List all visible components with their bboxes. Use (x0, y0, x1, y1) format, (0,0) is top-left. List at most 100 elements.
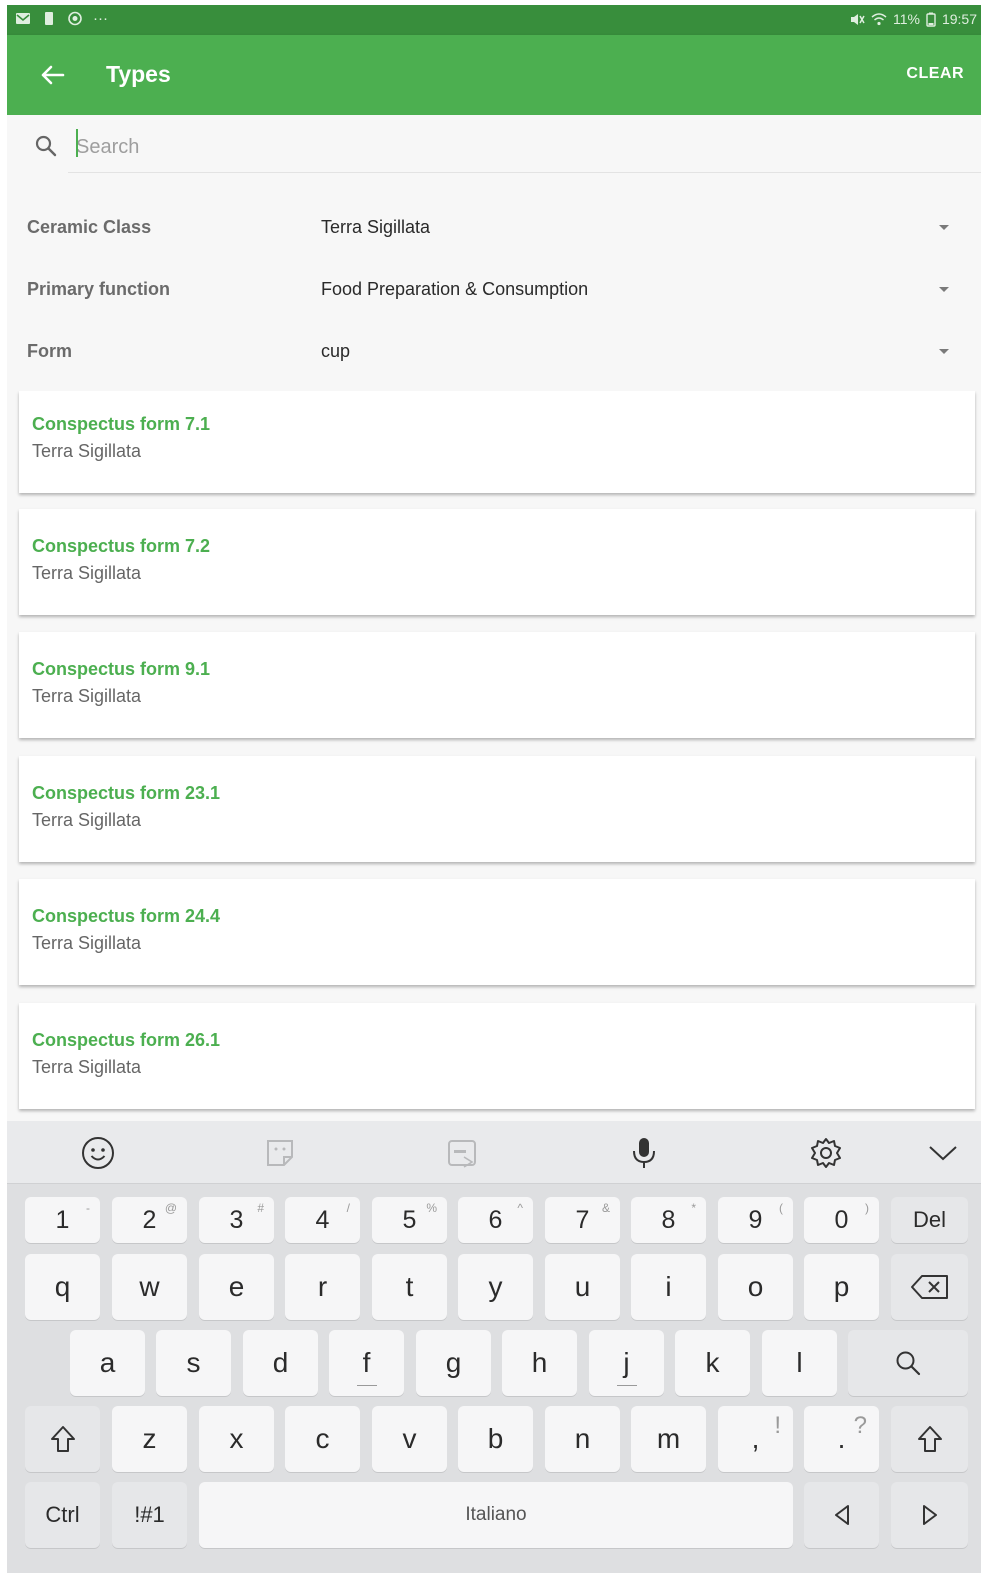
backspace-key[interactable] (891, 1254, 968, 1320)
key-c[interactable]: c (285, 1406, 360, 1472)
result-card[interactable]: Conspectus form 24.4 Terra Sigillata (19, 879, 975, 985)
filter-value[interactable]: Terra Sigillata (321, 217, 430, 238)
email-icon (16, 13, 30, 24)
key-label: i (665, 1271, 672, 1302)
more-notifications-indicator: ··· (93, 10, 108, 27)
key-n[interactable]: n (545, 1406, 620, 1472)
result-card[interactable]: Conspectus form 26.1 Terra Sigillata (19, 1003, 975, 1109)
search-key[interactable] (848, 1330, 968, 1396)
microphone-icon[interactable] (626, 1135, 662, 1171)
key-8[interactable]: 8 * (631, 1197, 706, 1243)
key-label: 7 (575, 1205, 590, 1234)
key-label: 4 (315, 1205, 330, 1234)
back-arrow-icon[interactable] (37, 60, 67, 90)
result-subtitle: Terra Sigillata (32, 933, 142, 953)
key-s[interactable]: s (156, 1330, 231, 1396)
filter-value[interactable]: cup (321, 341, 350, 362)
key-p[interactable]: p (804, 1254, 879, 1320)
dropdown-arrow-icon[interactable] (939, 287, 949, 292)
result-card[interactable]: Conspectus form 7.2 Terra Sigillata (19, 509, 975, 615)
result-title: Conspectus form 9.1 (32, 659, 211, 679)
key-q[interactable]: q (25, 1254, 100, 1320)
ctrl-key[interactable]: Ctrl (25, 1482, 100, 1548)
key-6[interactable]: 6 ^ (458, 1197, 533, 1243)
key-label: . (837, 1423, 846, 1454)
key-5[interactable]: 5% (372, 1197, 447, 1243)
filter-value[interactable]: Food Preparation & Consumption (321, 279, 588, 300)
key-alt: ! (774, 1412, 781, 1439)
key-3[interactable]: 3 # (199, 1197, 274, 1243)
key-f[interactable]: f (329, 1330, 404, 1396)
shift-key-left[interactable] (25, 1406, 100, 1472)
symbols-key[interactable]: !#1 (112, 1482, 187, 1548)
filter-ceramic-class[interactable]: Ceramic Class Terra Sigillata (7, 203, 981, 255)
key-label: 9 (748, 1205, 763, 1234)
key-label: Ctrl (45, 1502, 80, 1527)
result-card[interactable]: Conspectus form 9.1 Terra Sigillata (19, 632, 975, 738)
key-g[interactable]: g (416, 1330, 491, 1396)
status-left-icons: ··· (15, 10, 108, 27)
sticker-icon[interactable] (262, 1135, 298, 1171)
result-card[interactable]: Conspectus form 7.1 Terra Sigillata (19, 391, 975, 493)
key-x[interactable]: x (199, 1406, 274, 1472)
space-key[interactable]: Italiano (199, 1482, 793, 1548)
key-h[interactable]: h (502, 1330, 577, 1396)
result-subtitle: Terra Sigillata (32, 810, 142, 830)
clear-button[interactable]: CLEAR (906, 65, 964, 83)
key-comma[interactable]: ,! (718, 1406, 793, 1472)
key-k[interactable]: k (675, 1330, 750, 1396)
key-label: 3 (229, 1205, 244, 1234)
result-subtitle: Terra Sigillata (32, 441, 142, 461)
key-y[interactable]: y (458, 1254, 533, 1320)
key-label: 8 (661, 1205, 676, 1234)
text-cursor (76, 129, 78, 157)
dropdown-arrow-icon[interactable] (939, 349, 949, 354)
key-t[interactable]: t (372, 1254, 447, 1320)
dropdown-arrow-icon[interactable] (939, 225, 949, 230)
key-r[interactable]: r (285, 1254, 360, 1320)
result-title: Conspectus form 7.1 (32, 414, 211, 434)
emoji-icon[interactable] (80, 1135, 116, 1171)
key-a[interactable]: a (70, 1330, 145, 1396)
shift-key-right[interactable] (891, 1406, 968, 1472)
search-input[interactable] (68, 123, 981, 173)
key-e[interactable]: e (199, 1254, 274, 1320)
gif-icon[interactable] (444, 1135, 480, 1171)
cursor-left-key[interactable] (804, 1482, 879, 1548)
soft-keyboard: 1- 2 @ 3 # 4/ 5% 6 ^ 7 & 8 * 9( 0) Del q w e … (7, 1121, 981, 1573)
key-4[interactable]: 4/ (285, 1197, 360, 1243)
key-label: l (796, 1347, 803, 1378)
key-m[interactable]: m (631, 1406, 706, 1472)
chevron-down-icon[interactable] (925, 1135, 961, 1171)
result-title: Conspectus form 7.2 (32, 536, 211, 556)
key-v[interactable]: v (372, 1406, 447, 1472)
key-u[interactable]: u (545, 1254, 620, 1320)
result-card[interactable]: Conspectus form 23.1 Terra Sigillata (19, 756, 975, 862)
result-title: Conspectus form 24.4 (32, 906, 221, 926)
key-2[interactable]: 2 @ (112, 1197, 187, 1243)
key-0[interactable]: 0) (804, 1197, 879, 1243)
cursor-right-key[interactable] (891, 1482, 968, 1548)
key-o[interactable]: o (718, 1254, 793, 1320)
search-icon (35, 135, 57, 157)
key-7[interactable]: 7 & (545, 1197, 620, 1243)
key-z[interactable]: z (112, 1406, 187, 1472)
key-l[interactable]: l (762, 1330, 837, 1396)
mute-icon (850, 13, 865, 25)
result-title: Conspectus form 23.1 (32, 783, 221, 803)
key-w[interactable]: w (112, 1254, 187, 1320)
key-i[interactable]: i (631, 1254, 706, 1320)
delete-key[interactable]: Del (891, 1197, 968, 1243)
key-label: f (362, 1347, 371, 1378)
gear-icon[interactable] (808, 1135, 844, 1171)
key-b[interactable]: b (458, 1406, 533, 1472)
filter-primary-function[interactable]: Primary function Food Preparation & Cons… (7, 265, 981, 317)
key-j[interactable]: j (589, 1330, 664, 1396)
key-9[interactable]: 9( (718, 1197, 793, 1243)
results-list[interactable]: Conspectus form 7.1 Terra Sigillata Cons… (7, 391, 981, 1121)
key-period[interactable]: .? (804, 1406, 879, 1472)
key-1[interactable]: 1- (25, 1197, 100, 1243)
filter-form[interactable]: Form cup (7, 327, 981, 379)
key-label: k (705, 1347, 720, 1378)
key-d[interactable]: d (243, 1330, 318, 1396)
